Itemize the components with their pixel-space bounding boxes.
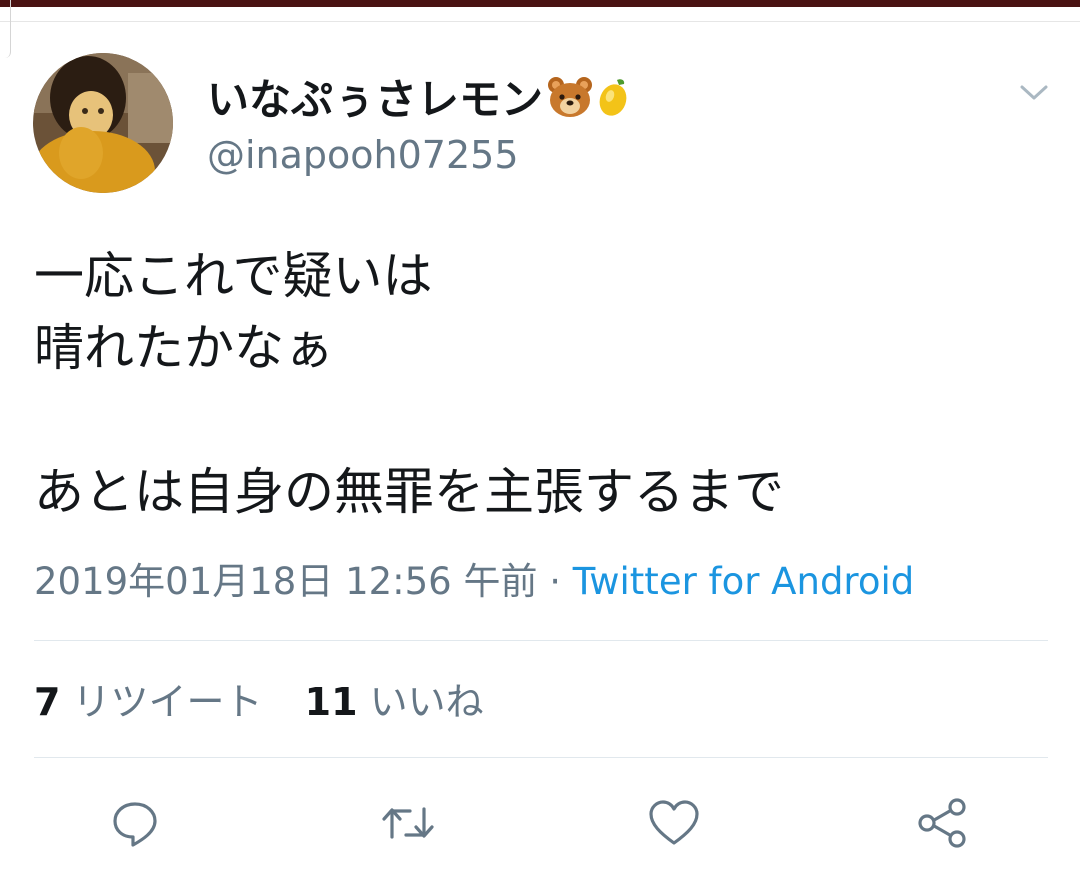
like-count[interactable]: 11 <box>305 680 358 724</box>
divider <box>34 640 1048 641</box>
window-edge <box>0 0 11 58</box>
tweet-line: あとは自身の無罪を主張するまで <box>34 463 784 521</box>
tweet-stats: 7 リツイート 11 いいね <box>34 677 484 727</box>
retweet-icon[interactable] <box>380 795 436 851</box>
tweet-timestamp: 2019年01月18日 12:56 午前 <box>34 560 538 603</box>
tweet-text: 一応これで疑いは 晴れたかなぁ あとは自身の無罪を主張するまで <box>34 240 784 528</box>
bear-face-icon <box>547 76 593 130</box>
retweet-label[interactable]: リツイート <box>73 680 263 724</box>
tweet-source-link[interactable]: Twitter for Android <box>573 560 914 603</box>
retweet-count[interactable]: 7 <box>34 680 60 724</box>
like-icon[interactable] <box>646 795 702 851</box>
app-header-edge <box>0 7 1080 22</box>
reply-icon[interactable] <box>107 795 163 851</box>
tweet-line: 晴れたかなぁ <box>34 319 334 377</box>
status-bar <box>0 0 1080 7</box>
tweet-line: 一応これで疑いは <box>34 247 433 305</box>
meta-separator: · <box>537 560 573 603</box>
lemon-icon <box>597 76 631 130</box>
display-name[interactable]: いなぷぅさレモン <box>207 74 631 130</box>
divider <box>34 757 1048 758</box>
user-handle[interactable]: @inapooh07255 <box>207 131 519 179</box>
like-label[interactable]: いいね <box>370 680 484 724</box>
share-icon[interactable] <box>915 795 971 851</box>
chevron-down-icon[interactable] <box>1016 80 1052 106</box>
display-name-text: いなぷぅさレモン <box>207 75 544 124</box>
avatar[interactable] <box>33 53 173 193</box>
tweet-meta: 2019年01月18日 12:56 午前 · Twitter for Andro… <box>34 557 914 607</box>
